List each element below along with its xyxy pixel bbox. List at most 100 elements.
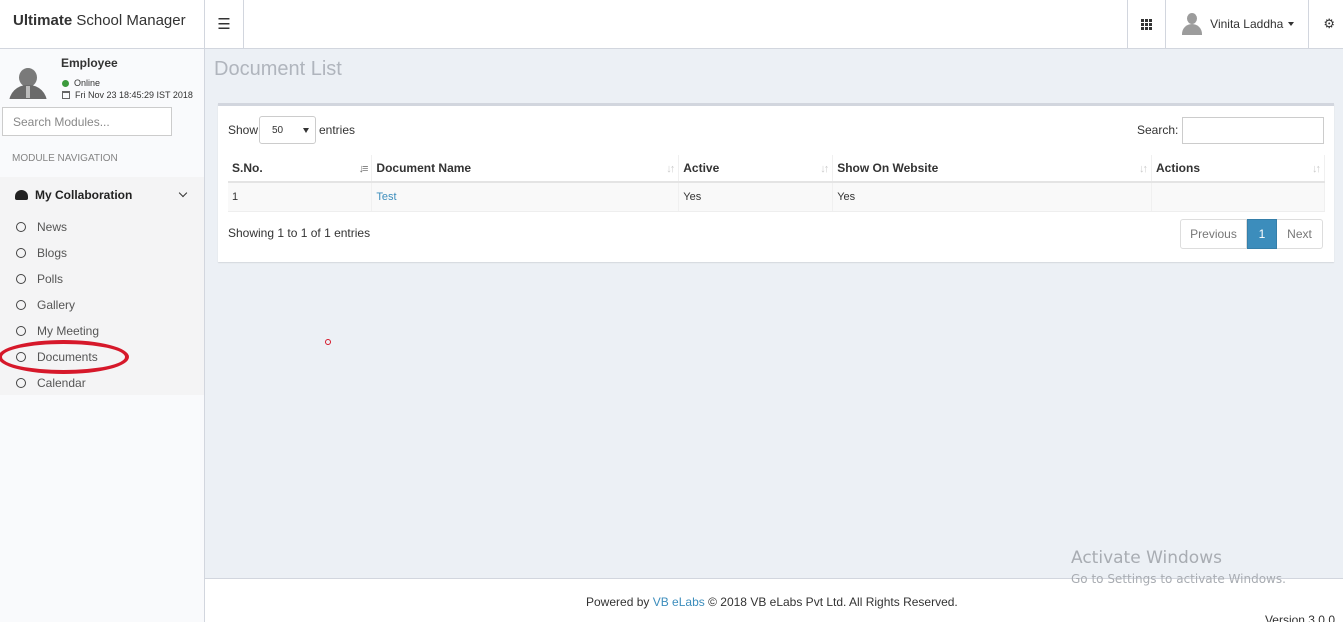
circle-icon — [16, 352, 26, 362]
column-header-actions[interactable]: Actions ↓↑ — [1151, 155, 1325, 183]
user-menu[interactable]: Vinita Laddha — [1165, 0, 1308, 48]
sort-icon: ↓↑ — [820, 163, 829, 175]
datetime-text: Fri Nov 23 18:45:29 IST 2018 — [75, 90, 193, 100]
cursor-marker — [325, 339, 331, 345]
table-info: Showing 1 to 1 of 1 entries — [228, 226, 371, 240]
version-text: Version 3.0.0 — [1264, 613, 1335, 622]
sidebar-item-label: Gallery — [37, 298, 76, 312]
document-table: S.No. ↓≡ Document Name ↓↑ Active ↓↑ Show On… — [228, 155, 1325, 212]
circle-icon — [16, 248, 26, 258]
page-1-button[interactable]: 1 — [1247, 219, 1277, 249]
app-title-bold: Ultimate — [13, 12, 73, 29]
column-header-document-name[interactable]: Document Name ↓↑ — [371, 155, 680, 183]
calendar-icon — [62, 91, 70, 99]
top-header: Ultimate School Manager ☰ Vinita Laddha … — [0, 0, 1343, 49]
sort-asc-icon: ↓≡ — [358, 163, 369, 175]
sidebar-item-label: Documents — [37, 350, 98, 364]
column-label: Show On Website — [837, 161, 939, 175]
sidebar-item-label: Calendar — [37, 376, 86, 390]
sidebar-item-label: Blogs — [37, 246, 68, 260]
employee-avatar-icon — [8, 65, 48, 99]
sidebar-item-calendar[interactable]: Calendar — [0, 370, 204, 396]
watermark-title: Activate Windows — [1071, 548, 1222, 568]
column-label: S.No. — [232, 161, 263, 175]
table-search-input[interactable] — [1182, 117, 1324, 144]
sidebar-item-label: News — [37, 220, 68, 234]
circle-icon — [16, 222, 26, 232]
circle-icon — [16, 378, 26, 388]
document-list-box: Show 50 entries Search: S.No. ↓≡ Document… — [218, 103, 1334, 262]
cogs-icon: ⚙ — [1323, 16, 1335, 31]
column-label: Document Name — [376, 161, 472, 175]
previous-page-button[interactable]: Previous — [1180, 219, 1247, 249]
table-row: 1 Test Yes Yes — [228, 182, 1325, 212]
sidebar-item-documents[interactable]: Documents — [0, 344, 204, 370]
column-label: Actions — [1156, 161, 1201, 175]
sidebar-item-polls[interactable]: Polls — [0, 266, 204, 292]
cell-sno: 1 — [228, 182, 373, 212]
settings-button[interactable]: ⚙ — [1308, 0, 1343, 48]
pagination: Previous 1 Next — [1180, 219, 1323, 249]
online-status: Online — [62, 78, 100, 88]
cell-actions — [1151, 182, 1325, 212]
watermark-subtitle: Go to Settings to activate Windows. — [1071, 572, 1286, 586]
sidebar-item-gallery[interactable]: Gallery — [0, 292, 204, 318]
sort-icon: ↓↑ — [666, 163, 675, 175]
circle-icon — [16, 326, 26, 336]
caret-down-icon — [303, 128, 309, 133]
footer-text: Powered by VB eLabs © 2018 VB eLabs Pvt … — [586, 595, 958, 609]
header-right: Vinita Laddha ⚙ — [1127, 0, 1343, 48]
sidebar-item-label: Polls — [37, 272, 64, 286]
sidebar-item-news[interactable]: News — [0, 214, 204, 240]
login-datetime: Fri Nov 23 18:45:29 IST 2018 — [62, 90, 193, 100]
company-link[interactable]: VB eLabs — [653, 595, 705, 609]
caret-down-icon — [1288, 22, 1295, 26]
column-header-sno[interactable]: S.No. ↓≡ — [228, 155, 373, 183]
module-navigation-heading: MODULE NAVIGATION — [12, 153, 118, 164]
document-link[interactable]: Test — [376, 191, 396, 203]
grid-icon — [1141, 18, 1153, 30]
cell-active: Yes — [678, 182, 834, 212]
online-dot-icon — [62, 79, 69, 87]
activate-windows-watermark: Activate Windows Go to Settings to activ… — [1071, 548, 1286, 586]
sidebar-item-label: My Meeting — [37, 324, 100, 338]
menu-group-my-collaboration: My Collaboration News Blogs Polls Galler… — [0, 177, 204, 395]
my-collaboration-toggle[interactable]: My Collaboration — [0, 177, 204, 213]
hamburger-icon: ☰ — [217, 16, 231, 33]
entries-value: 50 — [272, 124, 284, 136]
user-role: Employee — [61, 56, 118, 70]
table-header-row: S.No. ↓≡ Document Name ↓↑ Active ↓↑ Show On… — [228, 155, 1325, 183]
dashboard-icon — [15, 190, 28, 200]
user-avatar-icon — [1182, 13, 1203, 35]
sidebar-toggle-button[interactable]: ☰ — [205, 0, 244, 48]
column-header-show-on-website[interactable]: Show On Website ↓↑ — [832, 155, 1153, 183]
column-header-active[interactable]: Active ↓↑ — [678, 155, 834, 183]
sidebar-item-blogs[interactable]: Blogs — [0, 240, 204, 266]
cell-document-name: Test — [371, 182, 680, 212]
cell-show-on-website: Yes — [832, 182, 1153, 212]
user-name: Vinita Laddha — [1210, 17, 1284, 31]
search-modules-input[interactable] — [2, 107, 172, 136]
entries-length-select[interactable]: 50 — [259, 116, 316, 144]
circle-icon — [16, 300, 26, 310]
show-label: Show — [228, 123, 259, 137]
user-panel: Employee Online Fri Nov 23 18:45:29 IST … — [0, 49, 204, 105]
sidebar: Employee Online Fri Nov 23 18:45:29 IST … — [0, 49, 205, 622]
sidebar-item-my-meeting[interactable]: My Meeting — [0, 318, 204, 344]
app-logo[interactable]: Ultimate School Manager — [0, 0, 205, 49]
apps-button[interactable] — [1127, 0, 1165, 48]
circle-icon — [16, 274, 26, 284]
sort-icon: ↓↑ — [1312, 163, 1321, 175]
sort-icon: ↓↑ — [1139, 163, 1148, 175]
search-label: Search: — [1137, 123, 1179, 137]
entries-label: entries — [319, 123, 356, 137]
next-page-button[interactable]: Next — [1277, 219, 1323, 249]
group-label: My Collaboration — [35, 188, 133, 202]
copyright-text: © 2018 VB eLabs Pvt Ltd. All Rights Rese… — [708, 595, 958, 609]
app-title-rest: School Manager — [72, 12, 186, 29]
status-text: Online — [74, 78, 101, 88]
chevron-down-icon — [178, 188, 188, 198]
powered-by-label: Powered by — [586, 595, 650, 609]
page-title: Document List — [214, 58, 342, 80]
column-label: Active — [683, 161, 720, 175]
